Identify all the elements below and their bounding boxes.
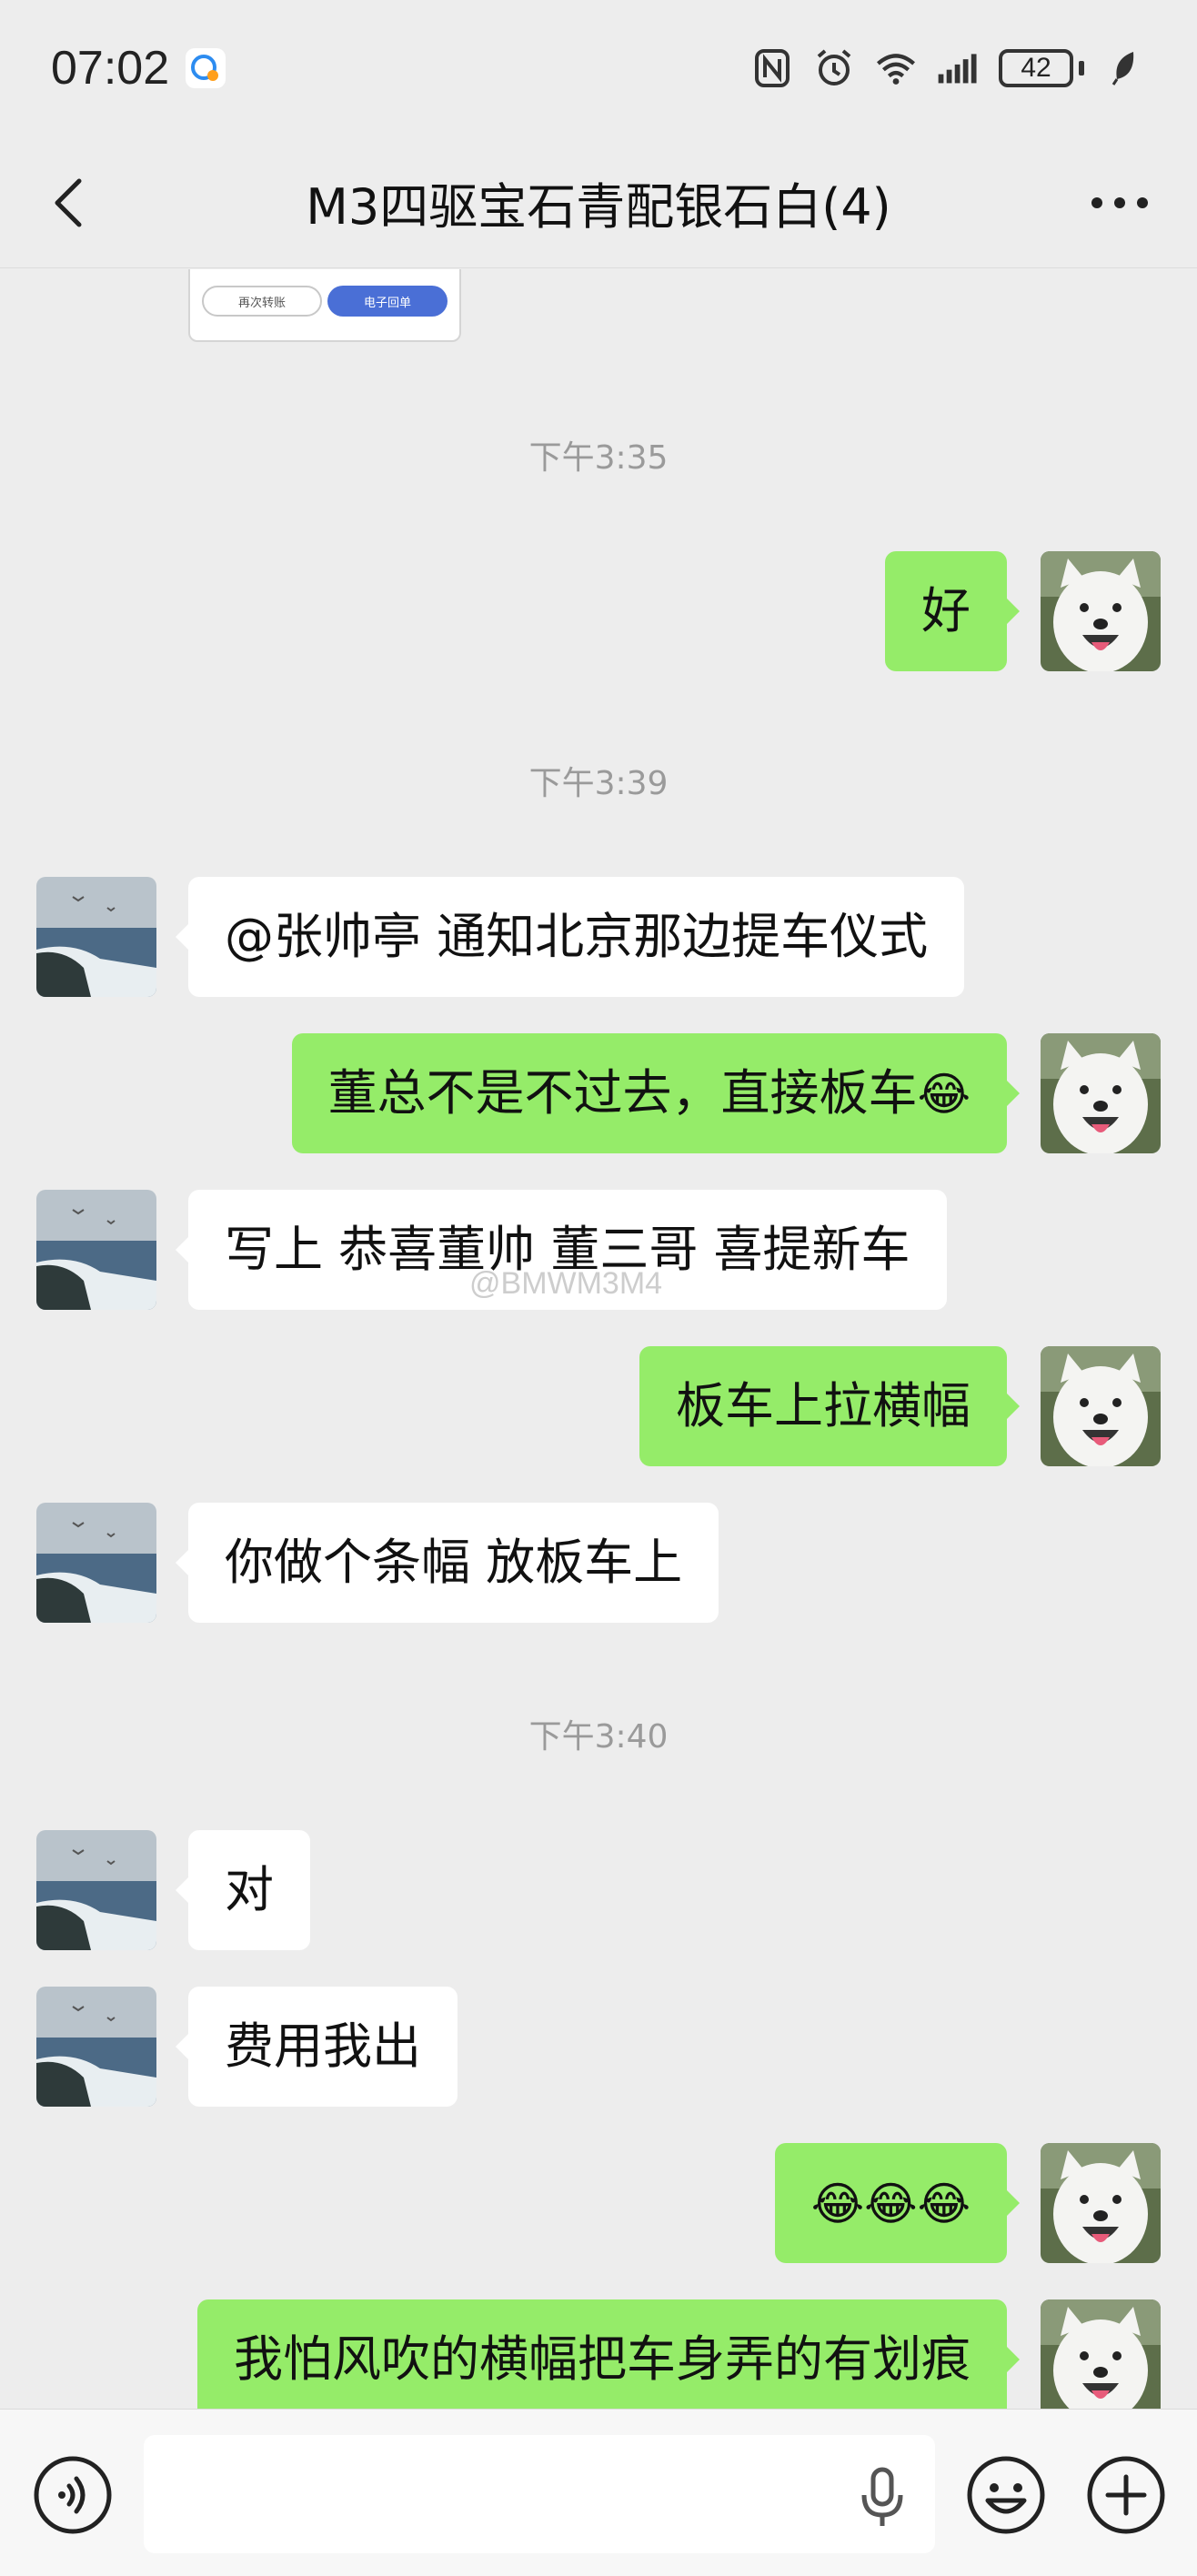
status-left: 07:02 [51,41,226,96]
message-row: 我怕风吹的横幅把车身弄的有划痕 [0,2299,1197,2409]
message-input[interactable] [144,2435,935,2553]
emoji-icon [967,2456,1045,2534]
status-time: 07:02 [51,42,170,95]
voice-icon [34,2456,112,2534]
avatar[interactable] [36,1190,156,1310]
avatar[interactable] [1041,2299,1161,2409]
voice-button[interactable] [33,2455,113,2535]
avatar[interactable] [36,1987,156,2107]
status-right: 42 [751,47,1146,89]
dog-avatar-icon [1041,1033,1161,1153]
chat-header: M3四驱宝石青配银石白(4) [0,136,1197,268]
chat-title: M3四驱宝石青配银石白(4) [306,177,891,236]
messaging-app-icon [186,48,226,88]
message-bubble[interactable]: 你做个条幅 放板车上 [175,1503,719,1623]
message-row: 对 [0,1830,1197,1950]
message-row: 董总不是不过去，直接板车😂 [0,1033,1197,1153]
microphone-icon[interactable] [855,2466,910,2530]
seascape-avatar-icon [36,877,156,997]
more-dots-icon [1091,197,1148,208]
leaf-icon [1104,47,1146,89]
avatar[interactable] [1041,1033,1161,1153]
message-bubble[interactable]: 我怕风吹的横幅把车身弄的有划痕 [197,2299,1020,2409]
transfer-again-button[interactable]: 再次转账 [202,286,322,317]
chat-area[interactable]: 再次转账 电子回单 下午3:35 好 下午3:39 @张帅亭 通知北京那边提车仪… [0,269,1197,2409]
avatar[interactable] [1041,1346,1161,1466]
dog-avatar-icon [1041,2299,1161,2409]
timestamp: 下午3:39 [528,765,669,802]
laughing-crying-emoji: 😂😂😂 [810,2178,971,2230]
message-bubble[interactable]: 董总不是不过去，直接板车😂 [291,1033,1021,1153]
alarm-icon [813,47,855,89]
message-text: 董总不是不过去，直接板车 [327,1064,918,1122]
avatar[interactable] [36,1830,156,1950]
message-bubble[interactable]: 对 [176,1830,310,1950]
seascape-avatar-icon [36,1987,156,2107]
message-bubble[interactable]: @张帅亭 通知北京那边提车仪式 [175,877,965,997]
emoji-button[interactable] [966,2455,1046,2535]
battery-tip [1079,61,1084,75]
seascape-avatar-icon [36,1190,156,1310]
message-row: 好 [0,551,1197,671]
message-bubble[interactable]: 板车上拉横幅 [639,1346,1020,1466]
message-row: 板车上拉横幅 [0,1346,1197,1466]
dog-avatar-icon [1041,2143,1161,2263]
laughing-crying-emoji: 😂 [917,1068,971,1121]
message-row: 费用我出 [0,1987,1197,2107]
dog-avatar-icon [1041,1346,1161,1466]
message-bubble[interactable]: 好 [885,551,1020,671]
chevron-left-icon [55,178,82,227]
watermark: @BMWM3M4 [469,1266,663,1301]
dog-avatar-icon [1041,551,1161,671]
timestamp: 下午3:35 [528,439,669,477]
plus-icon [1087,2456,1165,2534]
wifi-icon [875,47,917,89]
message-row: 😂😂😂 [0,2143,1197,2263]
back-button[interactable] [36,171,100,235]
seascape-avatar-icon [36,1503,156,1623]
message-row: 你做个条幅 放板车上 [0,1503,1197,1623]
e-receipt-button[interactable]: 电子回单 [327,286,448,317]
status-bar: 07:02 42 [0,0,1197,136]
battery-level: 42 [999,49,1073,87]
message-bubble[interactable]: 😂😂😂 [774,2143,1021,2263]
timestamp: 下午3:40 [528,1718,669,1756]
signal-icon [937,47,979,89]
avatar[interactable] [1041,2143,1161,2263]
avatar[interactable] [36,877,156,997]
battery-icon: 42 [999,49,1084,87]
seascape-avatar-icon [36,1830,156,1950]
more-button[interactable] [1079,171,1161,235]
transfer-card[interactable]: 再次转账 电子回单 [188,269,461,342]
plus-button[interactable] [1086,2455,1166,2535]
message-row: @张帅亭 通知北京那边提车仪式 [0,877,1197,997]
input-bar [0,2409,1197,2576]
message-bubble[interactable]: 费用我出 [176,1987,458,2107]
avatar[interactable] [36,1503,156,1623]
avatar[interactable] [1041,551,1161,671]
nfc-icon [751,47,793,89]
